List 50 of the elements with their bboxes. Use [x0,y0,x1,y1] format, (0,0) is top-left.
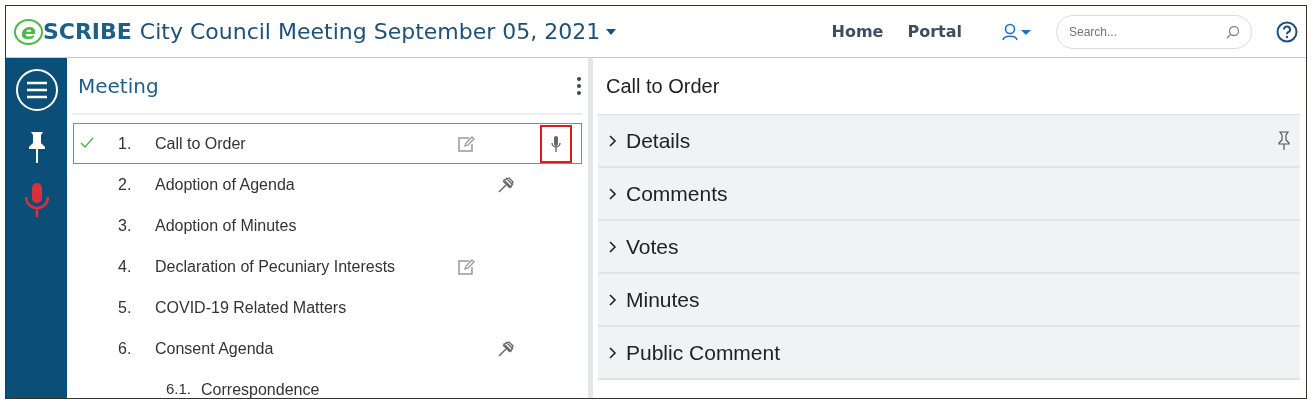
item-title: Declaration of Pecuniary Interests [155,256,397,277]
agenda-item[interactable]: 6.1. Correspondence [73,369,582,398]
agenda-item[interactable]: 2. Adoption of Agenda [73,164,582,205]
chevron-icon [608,345,618,360]
agenda-item[interactable]: 4. Declaration of Pecuniary Interests [73,246,582,287]
nav-link[interactable]: Home [831,19,884,44]
item-number: 2. [117,174,133,195]
accordion-header[interactable]: Minutes [598,274,1300,327]
nav-link[interactable]: Portal [907,19,962,44]
item-number: 4. [117,256,133,277]
microphone-icon[interactable] [550,134,562,153]
item-number: 6. [117,338,133,359]
gavel-icon[interactable] [497,175,515,194]
agenda-item[interactable]: 5. COVID-19 Related Matters [73,287,582,328]
accordion-header[interactable]: Public Comment [598,327,1300,380]
item-number: 6.1. [165,379,193,398]
item-number: 1. [117,133,133,154]
chevron-icon [608,292,618,307]
gavel-icon[interactable] [497,339,515,358]
logo-mark: e [14,18,43,45]
item-number: 3. [117,215,133,236]
more-options-icon[interactable] [576,75,582,96]
edit-icon[interactable] [457,134,475,153]
search-icon[interactable] [1226,24,1240,39]
chevron-icon [608,133,618,148]
search-field[interactable]: Search... [1056,14,1252,49]
item-title: Call to Order [155,133,247,154]
panel-title: Meeting [78,72,159,100]
user-menu-button[interactable] [1002,22,1032,41]
logo-text: SCRIBE [42,18,132,46]
item-title: Adoption of Agenda [155,174,296,195]
edit-icon[interactable] [457,257,475,276]
menu-icon[interactable] [14,68,59,112]
help-icon[interactable] [1276,20,1298,43]
accordion-header[interactable]: Votes [598,221,1300,274]
chevron-icon [608,239,618,254]
agenda-item[interactable]: 3. Adoption of Minutes [73,205,582,246]
caret-icon [606,28,617,35]
meeting-title-dropdown[interactable]: City Council Meeting September 05, 2021 [139,15,617,48]
item-title: Adoption of Minutes [155,215,298,236]
item-title: Correspondence [201,379,321,398]
item-title: Consent Agenda [155,338,275,359]
item-number: 5. [117,297,133,318]
chevron-icon [608,186,618,201]
agenda-item[interactable]: 6. Consent Agenda [73,328,582,369]
agenda-item[interactable]: 1. Call to Order [73,123,582,164]
pin-icon[interactable] [26,130,47,164]
item-title: COVID-19 Related Matters [155,297,348,318]
accordion-header[interactable]: Details [598,115,1300,168]
accordion-header[interactable]: Comments [598,168,1300,221]
